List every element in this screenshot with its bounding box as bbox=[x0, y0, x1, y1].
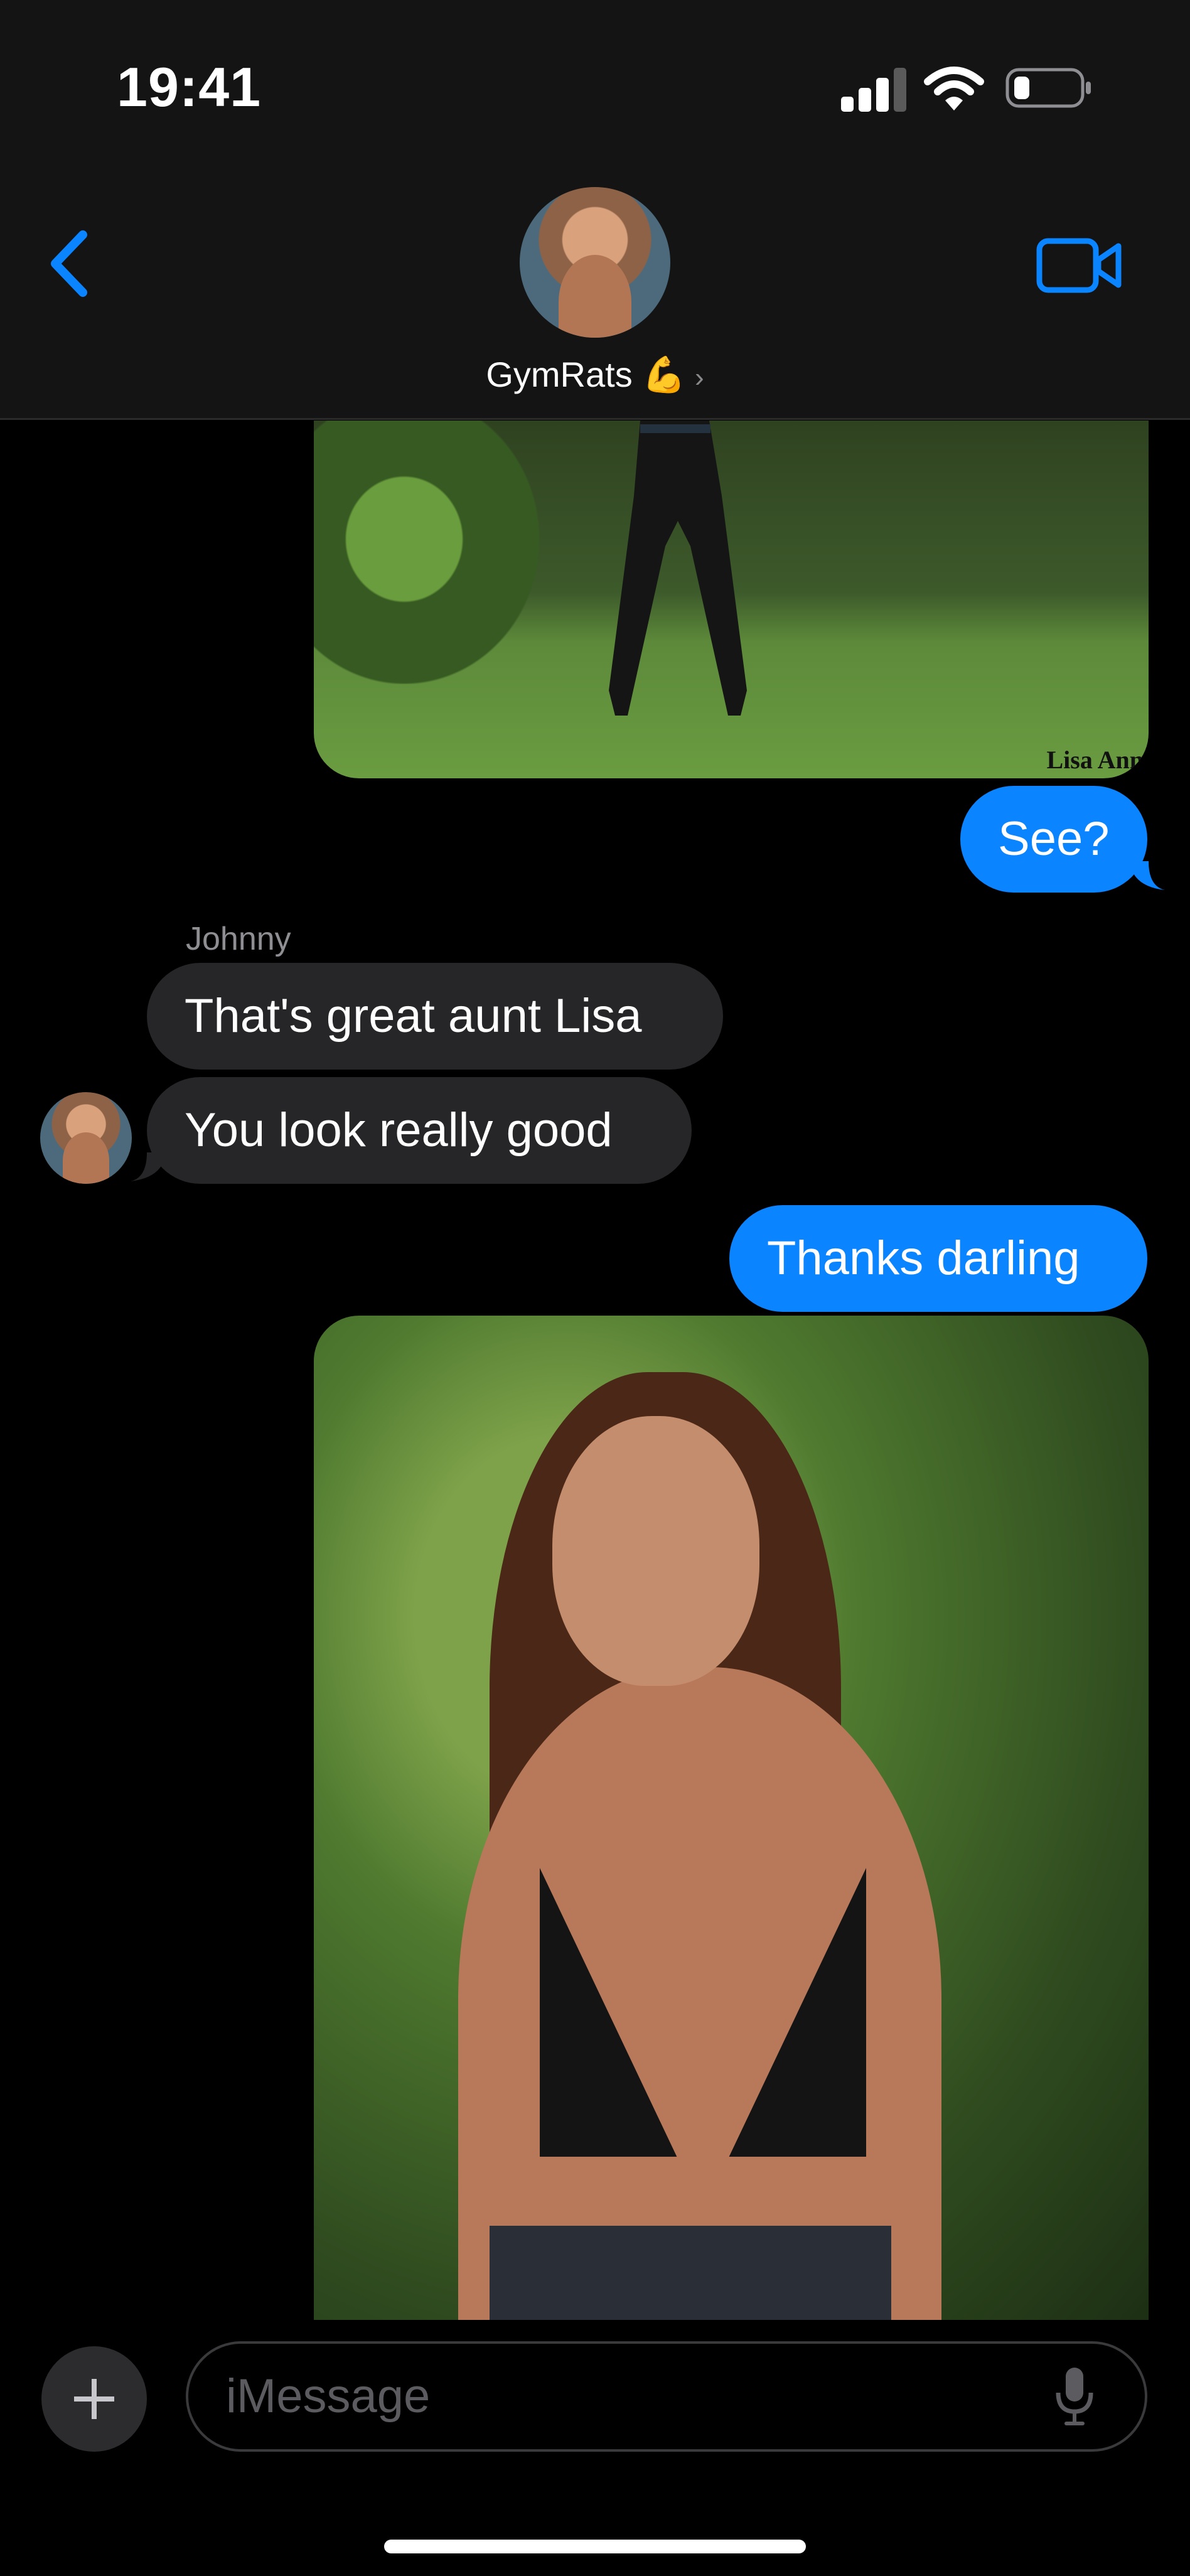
back-chevron-icon[interactable] bbox=[44, 226, 100, 301]
group-name-label: GymRats 💪 bbox=[486, 355, 686, 394]
video-call-icon[interactable] bbox=[1036, 237, 1123, 294]
incoming-message[interactable]: You look really good bbox=[147, 1077, 692, 1184]
outgoing-message[interactable]: See? bbox=[960, 786, 1147, 893]
message-text: That's great aunt Lisa bbox=[185, 989, 642, 1043]
photo-message[interactable]: Lisa Ann bbox=[314, 421, 1149, 778]
photo-body bbox=[458, 1667, 941, 2320]
photo-watermark: Lisa Ann bbox=[1046, 746, 1144, 774]
plus-icon[interactable] bbox=[41, 2346, 147, 2452]
photo-face bbox=[552, 1416, 759, 1686]
chevron-right-icon: › bbox=[694, 362, 704, 393]
message-text: See? bbox=[998, 812, 1110, 866]
photo-message[interactable] bbox=[314, 1316, 1149, 2320]
home-indicator bbox=[384, 2540, 806, 2553]
bubble-tail bbox=[1130, 861, 1165, 890]
photo-figure bbox=[609, 421, 747, 716]
bubble-tail bbox=[131, 1152, 166, 1181]
mic-icon[interactable] bbox=[1054, 2365, 1095, 2428]
photo-pants bbox=[490, 2226, 891, 2320]
battery-icon bbox=[1005, 68, 1091, 108]
wifi-icon bbox=[924, 67, 984, 110]
group-avatar[interactable] bbox=[520, 187, 670, 338]
chat-header: 19:41 GymRats 💪 › bbox=[0, 0, 1190, 420]
status-time: 19:41 bbox=[117, 56, 262, 118]
photo-foliage bbox=[314, 421, 540, 684]
avatar[interactable] bbox=[40, 1092, 132, 1184]
message-input[interactable]: iMessage bbox=[186, 2341, 1147, 2452]
input-placeholder: iMessage bbox=[226, 2369, 431, 2423]
incoming-message[interactable]: That's great aunt Lisa bbox=[147, 963, 723, 1070]
outgoing-message[interactable]: Thanks darling bbox=[729, 1205, 1147, 1312]
message-text: You look really good bbox=[185, 1103, 613, 1157]
signal-icon bbox=[841, 68, 906, 112]
sender-name: Johnny bbox=[186, 921, 291, 957]
group-name[interactable]: GymRats 💪 › bbox=[0, 354, 1190, 395]
message-text: Thanks darling bbox=[767, 1232, 1080, 1285]
